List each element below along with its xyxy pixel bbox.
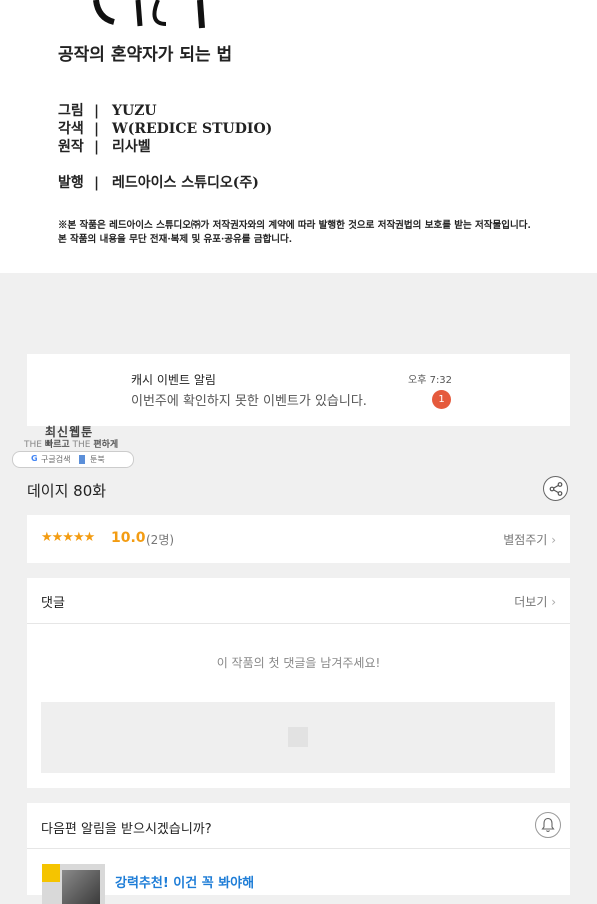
share-icon	[549, 482, 563, 496]
recommend-thumbnail[interactable]	[42, 864, 105, 904]
rate-button[interactable]: 별점주기 ›	[503, 531, 556, 548]
credit-value: W(REDICE STUDIO)	[112, 121, 273, 137]
ad-slogan-prefix: THE	[24, 440, 42, 450]
credit-separator: |	[94, 103, 100, 119]
title-logo-fragment	[93, 0, 205, 29]
ad-slogan-prefix: THE	[72, 440, 91, 450]
clock-icon	[42, 864, 60, 882]
ad-search-pill[interactable]: G 구글검색 툰북	[12, 451, 134, 468]
rating-count: (2명)	[146, 533, 175, 547]
credit-value: 리사벨	[112, 139, 151, 155]
comment-placeholder-icon	[288, 727, 308, 747]
rating-card: ★★★★★ 10.0 (2명) 별점주기 ›	[27, 515, 570, 563]
chevron-right-icon: ›	[551, 595, 556, 609]
credits-panel: 공작의 혼약자가 되는 법 그림 | YUZU 각색 | W(REDICE STUDIO…	[0, 0, 597, 273]
comments-section: 댓글 더보기 › 이 작품의 첫 댓글을 남겨주세요!	[27, 578, 570, 788]
credit-key: 발행	[58, 175, 84, 191]
credit-separator: |	[94, 121, 100, 137]
credit-row-adaptation: 각색 | W(REDICE STUDIO)	[58, 118, 272, 138]
ad-slogan-word: 편하게	[93, 440, 119, 450]
credit-value: YUZU	[112, 103, 157, 119]
ad-pill-right: 툰북	[90, 455, 105, 464]
credit-row-publisher: 발행 | 레드아이스 스튜디오(주)	[58, 172, 259, 192]
credit-key: 원작	[58, 139, 84, 155]
episode-title: 데이지 80화	[27, 482, 107, 500]
comments-empty-message: 이 작품의 첫 댓글을 남겨주세요!	[216, 656, 381, 670]
site-ad-tag[interactable]: 최신웹툰 THE 빠르고 THE 편하게 G 구글검색 툰북	[12, 421, 134, 468]
thumbnail-art	[62, 870, 100, 904]
ad-slogan-word: 빠르고	[44, 440, 70, 450]
share-button[interactable]	[543, 476, 568, 501]
comments-more-button[interactable]: 더보기 ›	[514, 593, 556, 610]
book-icon	[79, 455, 85, 464]
notification-message: 이번주에 확인하지 못한 이벤트가 있습니다.	[131, 394, 367, 409]
ad-slogan: THE 빠르고 THE 편하게	[24, 437, 118, 450]
next-episode-question: 다음편 알림을 받으시겠습니까?	[41, 822, 212, 837]
divider	[27, 848, 570, 849]
notification-badge: 1	[432, 390, 451, 409]
credit-key: 그림	[58, 103, 84, 119]
recommend-title[interactable]: 강력추천! 이건 꼭 봐야해	[115, 872, 254, 891]
credit-row-original: 원작 | 리사벨	[58, 136, 151, 156]
notification-card[interactable]: 캐시 이벤트 알림 오후 7:32 이번주에 확인하지 못한 이벤트가 있습니다…	[27, 354, 570, 426]
credit-value: 레드아이스 스튜디오(주)	[112, 175, 259, 191]
ad-pill-left: 구글검색	[41, 455, 71, 464]
divider	[27, 623, 570, 624]
credit-separator: |	[94, 139, 100, 155]
comments-header: 댓글	[41, 596, 65, 611]
comments-more-label: 더보기	[514, 595, 548, 609]
comment-input-area[interactable]	[41, 702, 555, 773]
credit-key: 각색	[58, 121, 84, 137]
rate-button-label: 별점주기	[503, 533, 548, 547]
rating-score: 10.0	[111, 530, 146, 546]
credit-row-illustration: 그림 | YUZU	[58, 100, 157, 120]
copyright-line-1: ※본 작품은 레드아이스 스튜디오㈜가 저작권자와의 계약에 따라 발행한 것으…	[58, 220, 531, 231]
google-icon: G	[31, 454, 38, 463]
copyright-notice: ※본 작품은 레드아이스 스튜디오㈜가 저작권자와의 계약에 따라 발행한 것으…	[58, 219, 531, 247]
next-episode-section: 다음편 알림을 받으시겠습니까? 강력추천! 이건 꼭 봐야해	[27, 803, 570, 904]
work-subtitle: 공작의 혼약자가 되는 법	[58, 45, 233, 65]
notify-bell-button[interactable]	[535, 812, 561, 838]
notification-title: 캐시 이벤트 알림	[131, 373, 216, 387]
chevron-right-icon: ›	[551, 533, 556, 547]
notification-time: 오후 7:32	[408, 375, 453, 386]
copyright-line-2: 본 작품의 내용을 무단 전재·복제 및 유포·공유를 금합니다.	[58, 234, 293, 245]
credit-separator: |	[94, 175, 100, 191]
rating-stars: ★★★★★	[41, 530, 95, 545]
bell-icon	[541, 817, 555, 833]
